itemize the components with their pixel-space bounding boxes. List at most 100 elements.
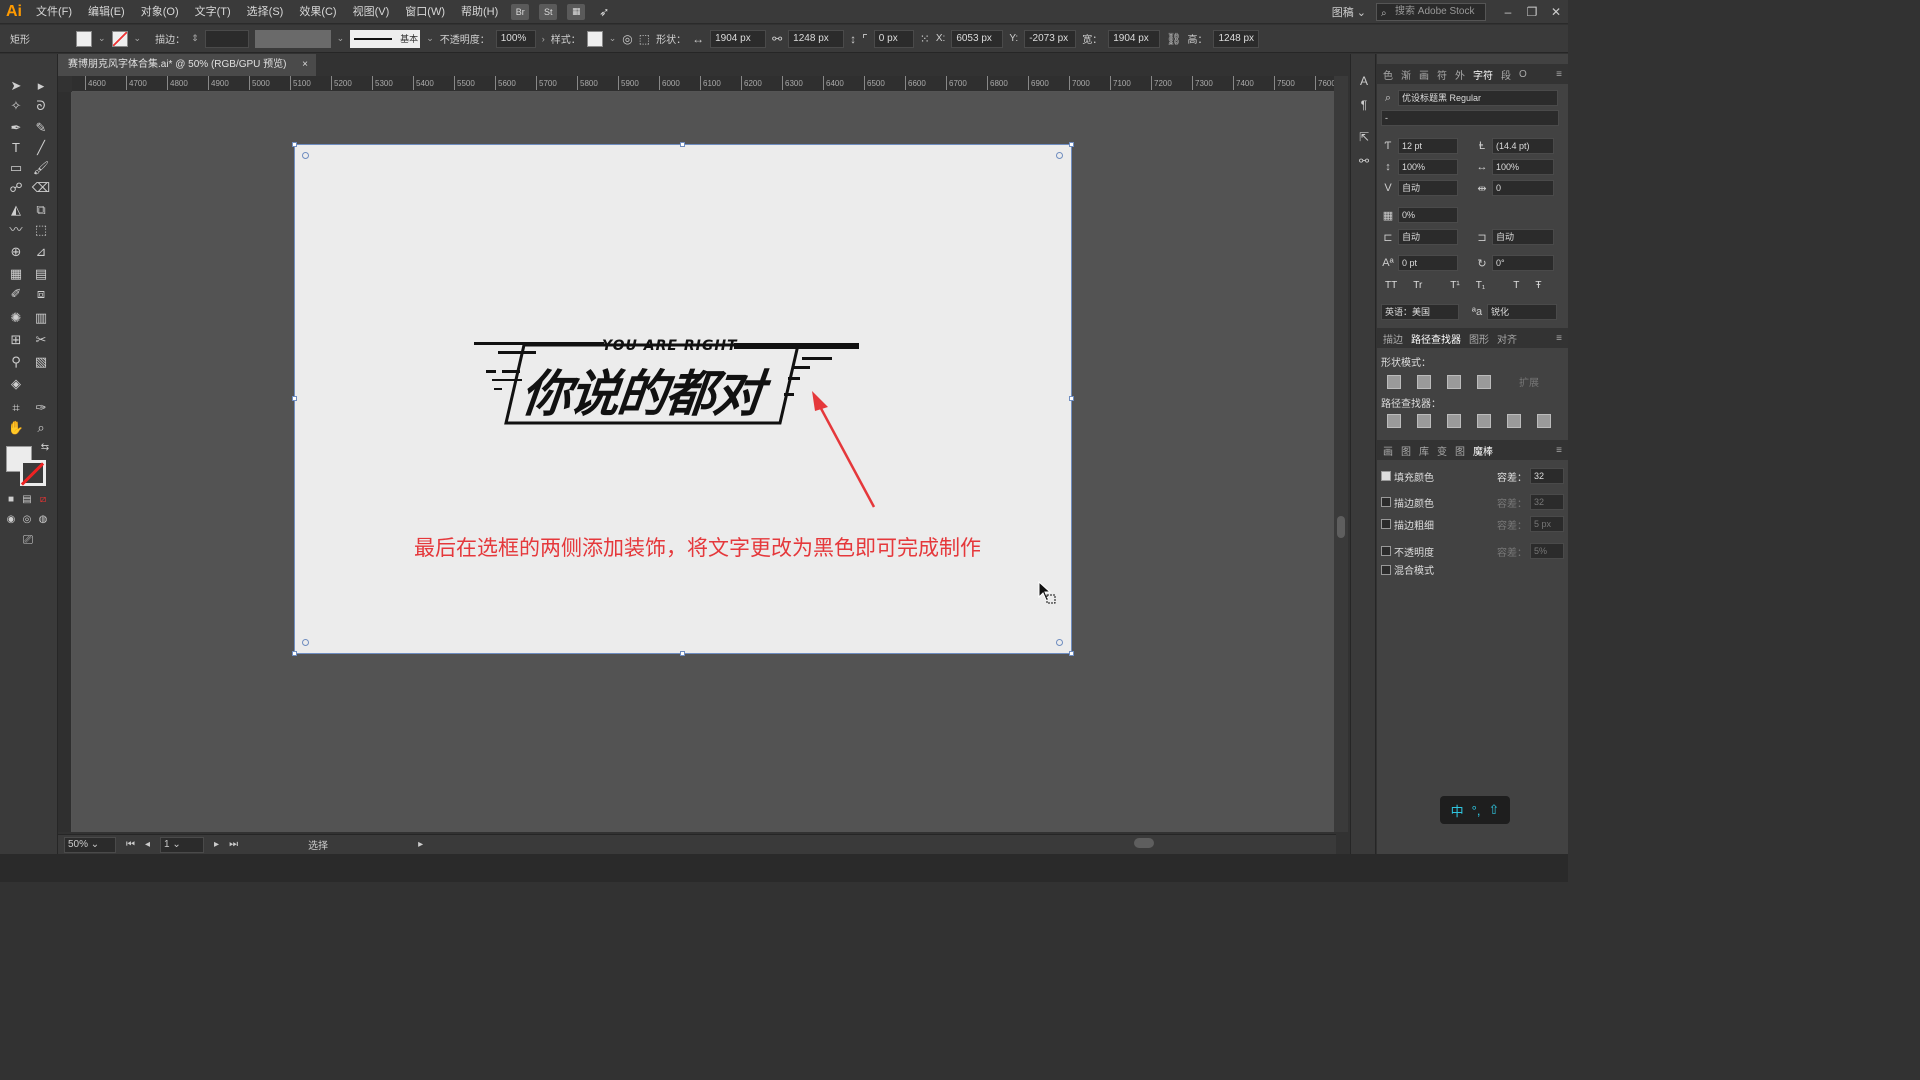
fill-tolerance-field[interactable]: 32 (1530, 468, 1564, 484)
chevron-down-icon[interactable]: ⌄ (98, 33, 106, 44)
export-icon[interactable]: ⇱ (1355, 130, 1373, 148)
measure-tool-icon[interactable]: ✑ (30, 398, 52, 418)
handle-bottom-center[interactable] (680, 651, 685, 656)
slice-select-tool-icon[interactable]: ▧ (30, 352, 52, 372)
stroke-color-box[interactable] (20, 460, 46, 486)
minus-front-button[interactable] (1417, 374, 1431, 389)
next-artboard-icon[interactable]: ▸ (214, 839, 219, 850)
opacity-checkbox[interactable] (1381, 546, 1391, 556)
strikethrough-button[interactable]: Ŧ (1535, 280, 1541, 291)
previous-artboard-icon[interactable]: ◂ (145, 839, 150, 850)
hand-tool-icon[interactable]: ✋ (5, 418, 27, 438)
align-to-icon[interactable]: ⬚ (639, 32, 650, 46)
canvas[interactable]: YOU ARE RIGHT 你说的都对 最后在选框的两侧添加装饰，将文字更改为黑… (72, 92, 1334, 832)
underline-button[interactable]: T (1513, 280, 1519, 291)
tab-artboards[interactable]: 画 (1383, 443, 1393, 458)
lasso-tool-icon[interactable]: ᘐ (30, 96, 52, 116)
title-main-text[interactable]: 你说的都对 (518, 354, 766, 426)
outline-button[interactable] (1507, 414, 1521, 428)
close-tab-icon[interactable]: × (302, 54, 308, 76)
horizontal-ruler[interactable]: 4600 4700 4800 4900 5000 5100 5200 5300 5400 5500… (72, 76, 1334, 92)
leading-field[interactable]: (14.4 pt) (1492, 138, 1554, 154)
superscript-button[interactable]: T¹ (1450, 280, 1459, 291)
trim-button[interactable] (1417, 414, 1431, 428)
aki-right-field[interactable]: 自动 (1492, 229, 1554, 245)
stroke-color-swatch[interactable] (111, 30, 128, 47)
link-icon[interactable]: ⚯ (772, 32, 782, 46)
menu-effect[interactable]: 效果(C) (291, 0, 344, 24)
chevron-down-icon[interactable]: ⌄ (426, 33, 434, 44)
reference-point-icon[interactable]: ⁙ (920, 32, 930, 46)
rectangle-tool-icon[interactable]: ▭ (5, 158, 27, 178)
menu-view[interactable]: 视图(V) (345, 0, 398, 24)
handle-top-left[interactable] (292, 142, 297, 147)
tab-opentype[interactable]: O (1519, 69, 1527, 80)
subscript-button[interactable]: T₁ (1476, 280, 1485, 291)
tab-symbols[interactable]: 符 (1437, 67, 1447, 82)
first-artboard-icon[interactable]: ⏮ (126, 839, 135, 850)
bridge-icon[interactable]: Br (511, 3, 530, 20)
title-small-text[interactable]: YOU ARE RIGHT (602, 338, 738, 354)
gradient-tool-icon[interactable]: ▤ (30, 264, 52, 284)
tab-color[interactable]: 色 (1383, 67, 1393, 82)
arrange-documents-icon[interactable]: ▦ (567, 3, 586, 20)
artboard-number-field[interactable]: 1 ⌄ (160, 836, 205, 853)
tab-character[interactable]: 字符 (1473, 67, 1493, 82)
pen-tool-icon[interactable]: ✒ (5, 118, 27, 138)
fill-color-swatch[interactable] (76, 30, 92, 47)
small-caps-button[interactable]: Tr (1413, 280, 1422, 291)
tab-paragraph[interactable]: 段 (1501, 67, 1511, 82)
type-tool-icon[interactable]: T (5, 138, 27, 158)
variable-width-profile[interactable] (254, 29, 331, 48)
menu-file[interactable]: 文件(F) (28, 0, 80, 24)
eraser-tool-icon[interactable]: ⌫ (30, 178, 52, 198)
corner-radius-field[interactable]: 0 px (873, 29, 914, 48)
corner-type-icon[interactable]: ⌜ (862, 32, 868, 46)
zoom-level-field[interactable]: 50% ⌄ (64, 836, 116, 853)
tab-stroke[interactable]: 描边 (1383, 331, 1403, 346)
menu-window[interactable]: 窗口(W) (397, 0, 453, 24)
corner-widget-bottom-left[interactable] (302, 639, 309, 646)
ime-indicator[interactable]: 中 °, ⇧ (1440, 796, 1510, 824)
menu-edit[interactable]: 编辑(E) (80, 0, 133, 24)
chevron-down-icon[interactable]: ⌄ (337, 33, 345, 44)
tab-magic-wand[interactable]: 魔棒 (1473, 443, 1493, 458)
magic-wand-tool-icon[interactable]: ✧ (5, 96, 27, 116)
line-tool-icon[interactable]: ╱ (30, 138, 52, 158)
scale-tool-icon[interactable]: ⧉ (30, 200, 52, 220)
opacity-field[interactable]: 100% (495, 29, 536, 48)
symbol-sprayer-tool-icon[interactable]: ✺ (5, 308, 27, 328)
live-paint-tool-icon[interactable]: ◈ (5, 374, 27, 394)
eyedropper-tool-icon[interactable]: ✐ (5, 284, 27, 304)
unite-button[interactable] (1387, 374, 1401, 389)
swap-colors-icon[interactable]: ⇆ (34, 438, 56, 458)
stroke-weight-checkbox[interactable] (1381, 519, 1391, 529)
opacity-tolerance-field[interactable]: 5% (1530, 543, 1564, 559)
weight-tolerance-field[interactable]: 5 px (1530, 516, 1564, 532)
panel-menu-icon[interactable]: ≡ (1556, 445, 1562, 456)
document-tab[interactable]: 赛博朋克风字体合集.ai* @ 50% (RGB/GPU 预览) × (58, 54, 316, 76)
stroke-weight-field[interactable] (204, 29, 249, 48)
vertical-scroll-thumb[interactable] (1337, 516, 1345, 538)
corner-widget-top-left[interactable] (302, 152, 309, 159)
menu-select[interactable]: 选择(S) (239, 0, 292, 24)
merge-button[interactable] (1447, 414, 1461, 428)
menu-object[interactable]: 对象(O) (133, 0, 187, 24)
last-artboard-icon[interactable]: ⏭ (229, 839, 238, 850)
stroke-color-checkbox[interactable] (1381, 497, 1391, 507)
crop-button[interactable] (1477, 414, 1491, 428)
artboard-tool-icon[interactable]: ⊞ (5, 330, 27, 350)
tab-align[interactable]: 对齐 (1497, 331, 1517, 346)
free-transform-tool-icon[interactable]: ⬚ (30, 220, 52, 240)
height-field[interactable]: 1248 px (1213, 29, 1260, 48)
tracking-field[interactable]: 0 (1492, 180, 1554, 196)
tab-gradient[interactable]: 渐 (1401, 67, 1411, 82)
baseline-shift-field[interactable]: 0 pt (1398, 255, 1458, 271)
selection-tool-icon[interactable]: ➤ (5, 76, 27, 96)
font-style-field[interactable]: - (1381, 110, 1559, 126)
paintbrush-tool-icon[interactable]: 🖌 (30, 158, 52, 178)
exclude-button[interactable] (1477, 374, 1491, 389)
tab-image-trace[interactable]: 图 (1455, 443, 1465, 458)
stock-icon[interactable]: St (539, 3, 558, 20)
constrain-proportions-icon[interactable]: ⛓ (1166, 32, 1181, 46)
